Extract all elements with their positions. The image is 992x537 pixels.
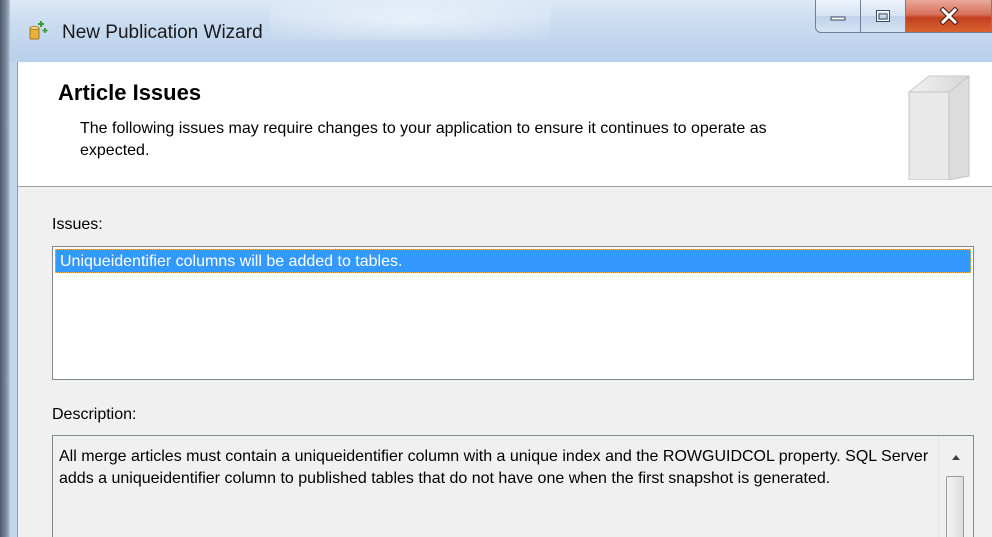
description-scrollbar[interactable] — [938, 436, 973, 537]
description-box[interactable]: All merge articles must contain a unique… — [52, 435, 974, 537]
scroll-up-button[interactable] — [947, 448, 965, 466]
arrow-up-icon — [952, 455, 960, 460]
issues-list[interactable]: Uniqueidentifier columns will be added t… — [52, 246, 974, 380]
wizard-window: New Publication Wizard Article Issues Th… — [0, 0, 992, 537]
title-bar-glare — [270, 0, 550, 40]
page-title: Article Issues — [58, 80, 202, 105]
description-text: All merge articles must contain a unique… — [59, 448, 929, 487]
window-title: New Publication Wizard — [62, 22, 263, 43]
maximize-icon — [876, 10, 890, 22]
close-button[interactable] — [906, 0, 992, 33]
close-icon — [938, 7, 959, 25]
minimize-icon — [830, 16, 846, 21]
caption-buttons — [815, 0, 992, 40]
issues-label: Issues: — [52, 216, 103, 233]
background-edge — [0, 0, 10, 537]
maximize-button[interactable] — [861, 0, 906, 33]
scroll-thumb[interactable] — [946, 476, 964, 537]
wizard-header: Article Issues The following issues may … — [18, 62, 992, 187]
page-description: The following issues may require changes… — [80, 120, 767, 159]
publication-wizard-icon — [29, 21, 48, 40]
list-item[interactable]: Uniqueidentifier columns will be added t… — [55, 249, 971, 273]
minimize-button[interactable] — [815, 0, 861, 33]
wizard-book-graphic — [908, 74, 970, 180]
description-label: Description: — [52, 406, 137, 423]
title-bar[interactable]: New Publication Wizard — [10, 0, 992, 62]
wizard-client-area: Article Issues The following issues may … — [17, 62, 992, 537]
